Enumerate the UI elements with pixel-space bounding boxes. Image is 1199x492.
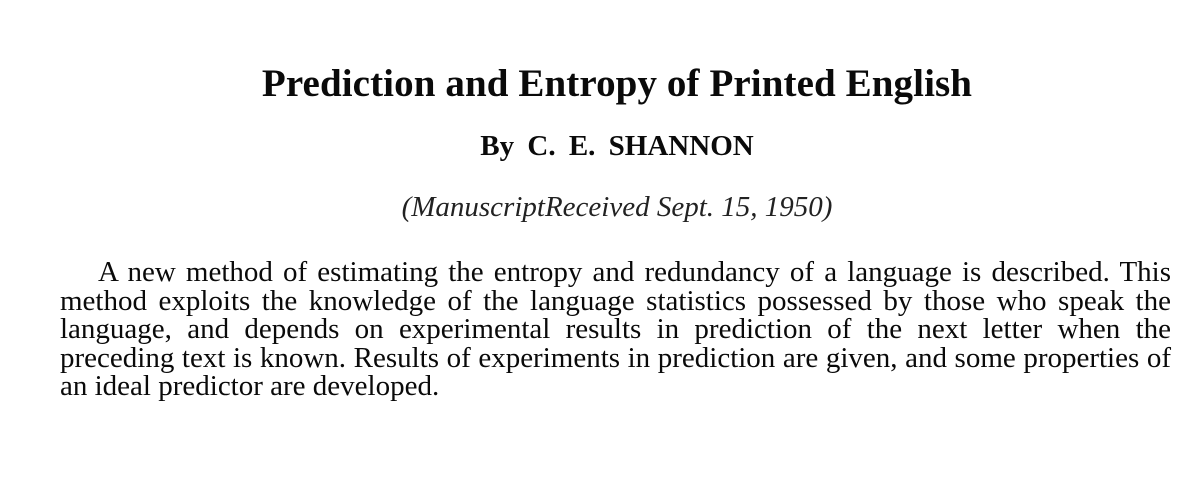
paper-author: By C. E. SHANNON (480, 130, 754, 162)
paper-page: Prediction and Entropy of Printed Englis… (0, 0, 1199, 492)
manuscript-received-date: (ManuscriptReceived Sept. 15, 1950) (401, 191, 833, 223)
paper-title: Prediction and Entropy of Printed Englis… (261, 62, 973, 105)
abstract-paragraph: A new method of estimating the entropy a… (60, 256, 1171, 402)
